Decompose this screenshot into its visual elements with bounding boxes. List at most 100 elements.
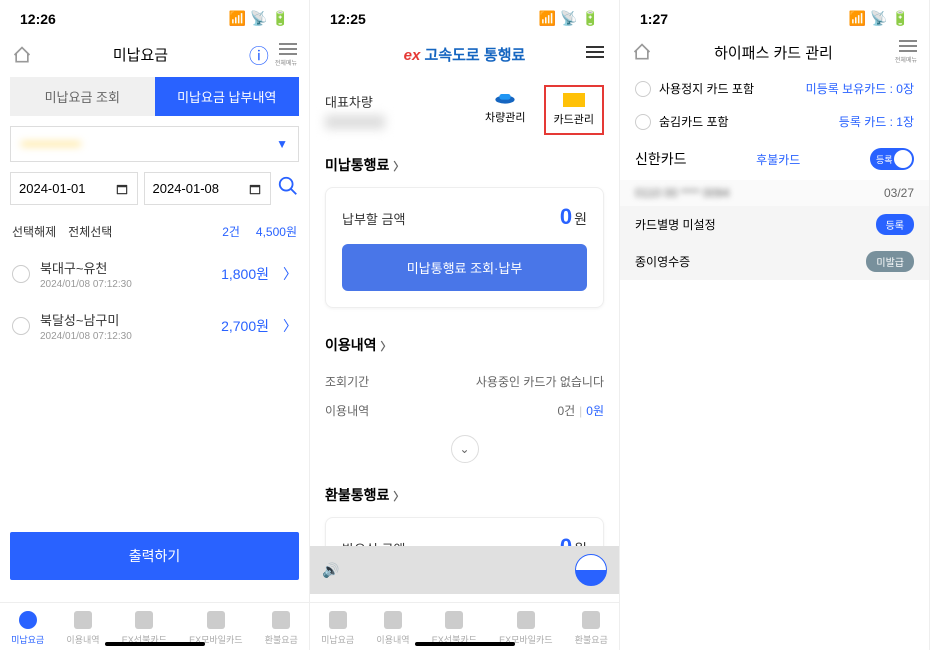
nav-prepaid[interactable]: EX선불카드	[122, 611, 167, 646]
page-title: 하이패스 카드 관리	[652, 42, 895, 63]
amount-value: 0	[560, 204, 572, 229]
list-item[interactable]: 북달성~남구미 2024/01/08 07:12:30 2,700원 〉	[0, 300, 309, 352]
nav-unpaid[interactable]: 미납요금	[11, 611, 44, 646]
card-expiry: 03/27	[884, 186, 914, 200]
signal-icon: 📶	[539, 10, 556, 27]
home-icon[interactable]	[632, 42, 652, 62]
section-usage[interactable]: 이용내역〉	[310, 323, 619, 367]
date-from-value: 2024-01-01	[19, 181, 86, 196]
chevron-right-icon: 〉	[283, 264, 297, 284]
status-bar: 12:25 📶 📡 🔋	[310, 0, 619, 32]
battery-icon: 🔋	[582, 10, 599, 27]
usage-row: 이용내역 0건|0원	[310, 396, 619, 425]
route-name: 북달성~남구미	[40, 310, 211, 329]
nav-mobile[interactable]: EX모바일카드	[499, 611, 552, 646]
timestamp: 2024/01/08 07:12:30	[40, 279, 211, 290]
search-icon	[277, 175, 299, 197]
nav-refund[interactable]: 환불요금	[575, 611, 608, 646]
select-all-button[interactable]: 전체선택	[68, 223, 112, 240]
receipt-icon	[74, 611, 92, 629]
chevron-right-icon: 〉	[381, 341, 392, 353]
phone-1-unpaid-fees: 12:26 📶 📡 🔋 미납요금 ⓘ 전체메뉴 미납요금 조회 미납요금 납부내…	[0, 0, 310, 650]
nickname-row: 카드별명 미설정 등록	[620, 206, 929, 243]
price: 2,700원	[221, 316, 269, 336]
tab-inquiry[interactable]: 미납요금 조회	[10, 77, 155, 116]
home-indicator	[105, 642, 205, 646]
nav-refund[interactable]: 환불요금	[265, 611, 298, 646]
checkbox-suspended[interactable]	[635, 81, 651, 97]
date-to-input[interactable]: 2024-01-08	[144, 172, 272, 205]
menu-button[interactable]	[586, 46, 604, 58]
wifi-icon: 📡	[250, 10, 267, 27]
card-manage-tab[interactable]: 카드관리	[544, 85, 604, 135]
vehicle-dropdown[interactable]: ▼	[10, 126, 299, 162]
refund-icon	[272, 611, 290, 629]
date-from-input[interactable]: 2024-01-01	[10, 172, 138, 205]
route-name: 북대구~유천	[40, 258, 211, 277]
home-indicator	[415, 642, 515, 646]
phone-2-home: 12:25 📶 📡 🔋 ex 고속도로 통행료 대표차량 차량관리 카드관리	[310, 0, 620, 650]
price: 1,800원	[221, 264, 269, 284]
suspended-card-row: 사용정지 카드 포함 미등록 보유카드 : 0장	[620, 72, 929, 105]
vehicle-row: 대표차량 차량관리 카드관리	[310, 77, 619, 143]
refund-icon	[582, 611, 600, 629]
time: 12:26	[20, 11, 56, 27]
vehicle-label: 대표차량	[325, 92, 385, 111]
registered-count: 등록 카드 : 1장	[839, 113, 914, 130]
header: 미납요금 ⓘ 전체메뉴	[0, 32, 309, 77]
period-row: 조회기간 사용중인 카드가 없습니다	[310, 367, 619, 396]
nav-prepaid[interactable]: EX선불카드	[432, 611, 477, 646]
tabs: 미납요금 조회 미납요금 납부내역	[10, 77, 299, 116]
status-icons: 📶 📡 🔋	[849, 10, 909, 27]
mascot-icon[interactable]	[575, 554, 607, 586]
expand-button[interactable]: ⌄	[451, 435, 479, 463]
unpaid-card: 납부할 금액 0원 미납통행료 조회·납부	[325, 187, 604, 308]
radio-button[interactable]	[12, 265, 30, 283]
vehicle-manage-tab[interactable]: 차량관리	[477, 85, 533, 135]
chevron-right-icon: 〉	[283, 316, 297, 336]
hidden-label: 숨김카드 포함	[659, 113, 729, 130]
time: 1:27	[640, 11, 668, 27]
search-button[interactable]	[277, 175, 299, 203]
time: 12:25	[330, 11, 366, 27]
chevron-down-icon: ▼	[276, 137, 288, 151]
chevron-right-icon: 〉	[393, 161, 404, 173]
menu-button[interactable]: 전체메뉴	[275, 43, 297, 67]
deselect-button[interactable]: 선택해제	[12, 223, 56, 240]
suspended-label: 사용정지 카드 포함	[659, 80, 754, 97]
speaker-icon[interactable]: 🔊	[322, 562, 339, 579]
register-badge[interactable]: 등록	[876, 214, 914, 235]
print-button[interactable]: 출력하기	[10, 532, 299, 580]
menu-button[interactable]: 전체메뉴	[895, 40, 917, 64]
status-bar: 12:26 📶 📡 🔋	[0, 0, 309, 32]
wifi-icon: 📡	[560, 10, 577, 27]
tab-history[interactable]: 미납요금 납부내역	[155, 77, 300, 116]
section-refund[interactable]: 환불통행료〉	[310, 473, 619, 517]
nickname-label: 카드별명 미설정	[635, 216, 716, 233]
card-icon	[135, 611, 153, 629]
audio-bar: 🔊	[310, 546, 619, 594]
list-item[interactable]: 북대구~유천 2024/01/08 07:12:30 1,800원 〉	[0, 248, 309, 300]
help-icon[interactable]: ⓘ	[249, 40, 269, 69]
chevron-right-icon: 〉	[393, 491, 404, 503]
nav-unpaid[interactable]: 미납요금	[321, 611, 354, 646]
section-unpaid-toll[interactable]: 미납통행료〉	[310, 143, 619, 187]
amount-label: 납부할 금액	[342, 209, 405, 228]
nav-history[interactable]: 이용내역	[376, 611, 409, 646]
timestamp: 2024/01/08 07:12:30	[40, 331, 211, 342]
receipt-row: 종이영수증 미발급	[620, 243, 929, 280]
calendar-icon	[115, 182, 129, 196]
mobile-icon	[517, 611, 535, 629]
unpaid-inquiry-button[interactable]: 미납통행료 조회·납부	[342, 244, 587, 291]
not-issued-badge[interactable]: 미발급	[866, 251, 914, 272]
register-toggle[interactable]: 등록	[870, 148, 914, 170]
home-icon[interactable]	[12, 45, 32, 65]
checkbox-hidden[interactable]	[635, 114, 651, 130]
nav-history[interactable]: 이용내역	[66, 611, 99, 646]
status-icons: 📶 📡 🔋	[539, 10, 599, 27]
header: 하이패스 카드 관리 전체메뉴	[620, 32, 929, 72]
hidden-card-row: 숨김카드 포함 등록 카드 : 1장	[620, 105, 929, 138]
status-bar: 1:27 📶 📡 🔋	[620, 0, 929, 32]
radio-button[interactable]	[12, 317, 30, 335]
nav-mobile[interactable]: EX모바일카드	[189, 611, 242, 646]
